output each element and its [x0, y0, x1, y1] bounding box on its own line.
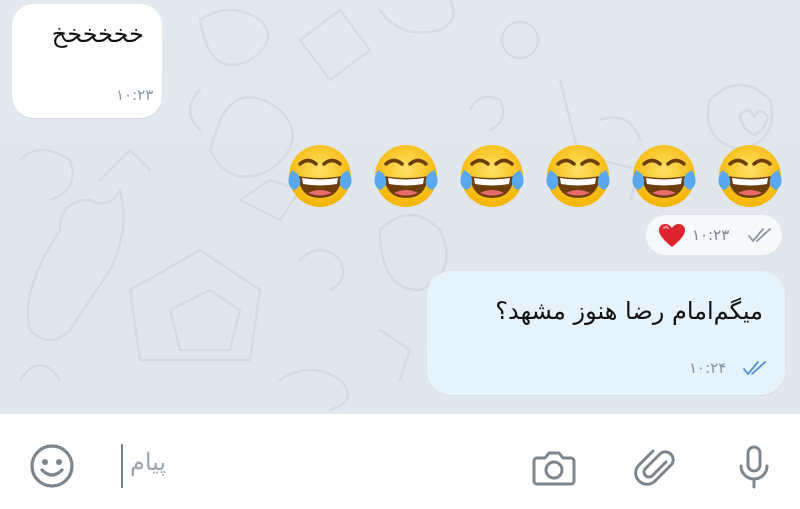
face-with-tears-of-joy-icon: [546, 145, 610, 207]
face-with-tears-of-joy-icon: [288, 145, 352, 207]
camera-icon: [532, 451, 576, 486]
emoji-message[interactable]: [284, 140, 786, 212]
voice-message-button[interactable]: [729, 442, 779, 492]
read-checkmarks-icon: [743, 361, 766, 375]
smiley-icon: [30, 444, 74, 488]
message-time: ۱۰:۲۴: [689, 359, 727, 377]
microphone-icon: [739, 445, 769, 489]
message-input[interactable]: [120, 440, 504, 496]
camera-button[interactable]: [529, 442, 579, 492]
attach-button[interactable]: [631, 442, 681, 492]
heart-icon[interactable]: [658, 223, 686, 249]
paperclip-icon: [634, 449, 675, 486]
face-with-tears-of-joy-icon: [374, 145, 438, 207]
message-meta-with-reaction[interactable]: ۱۰:۲۳: [646, 215, 782, 255]
chat-background: خخخخخخ ۱۰:۲۳: [0, 0, 800, 414]
message-time: ۱۰:۲۳: [116, 86, 154, 104]
emoji-button[interactable]: [27, 441, 77, 491]
incoming-message-bubble[interactable]: خخخخخخ ۱۰:۲۳: [12, 4, 162, 118]
outgoing-message-bubble[interactable]: میگم‌امام رضا هنوز مشهد؟ ۱۰:۲۴: [427, 271, 785, 395]
message-text: میگم‌امام رضا هنوز مشهد؟: [495, 297, 763, 325]
face-with-tears-of-joy-icon: [460, 145, 524, 207]
face-with-tears-of-joy-icon: [632, 145, 696, 207]
message-time: ۱۰:۲۳: [692, 226, 730, 244]
message-text: خخخخخخ: [51, 20, 144, 48]
read-checkmarks-icon: [748, 228, 771, 242]
face-with-tears-of-joy-icon: [718, 145, 782, 207]
